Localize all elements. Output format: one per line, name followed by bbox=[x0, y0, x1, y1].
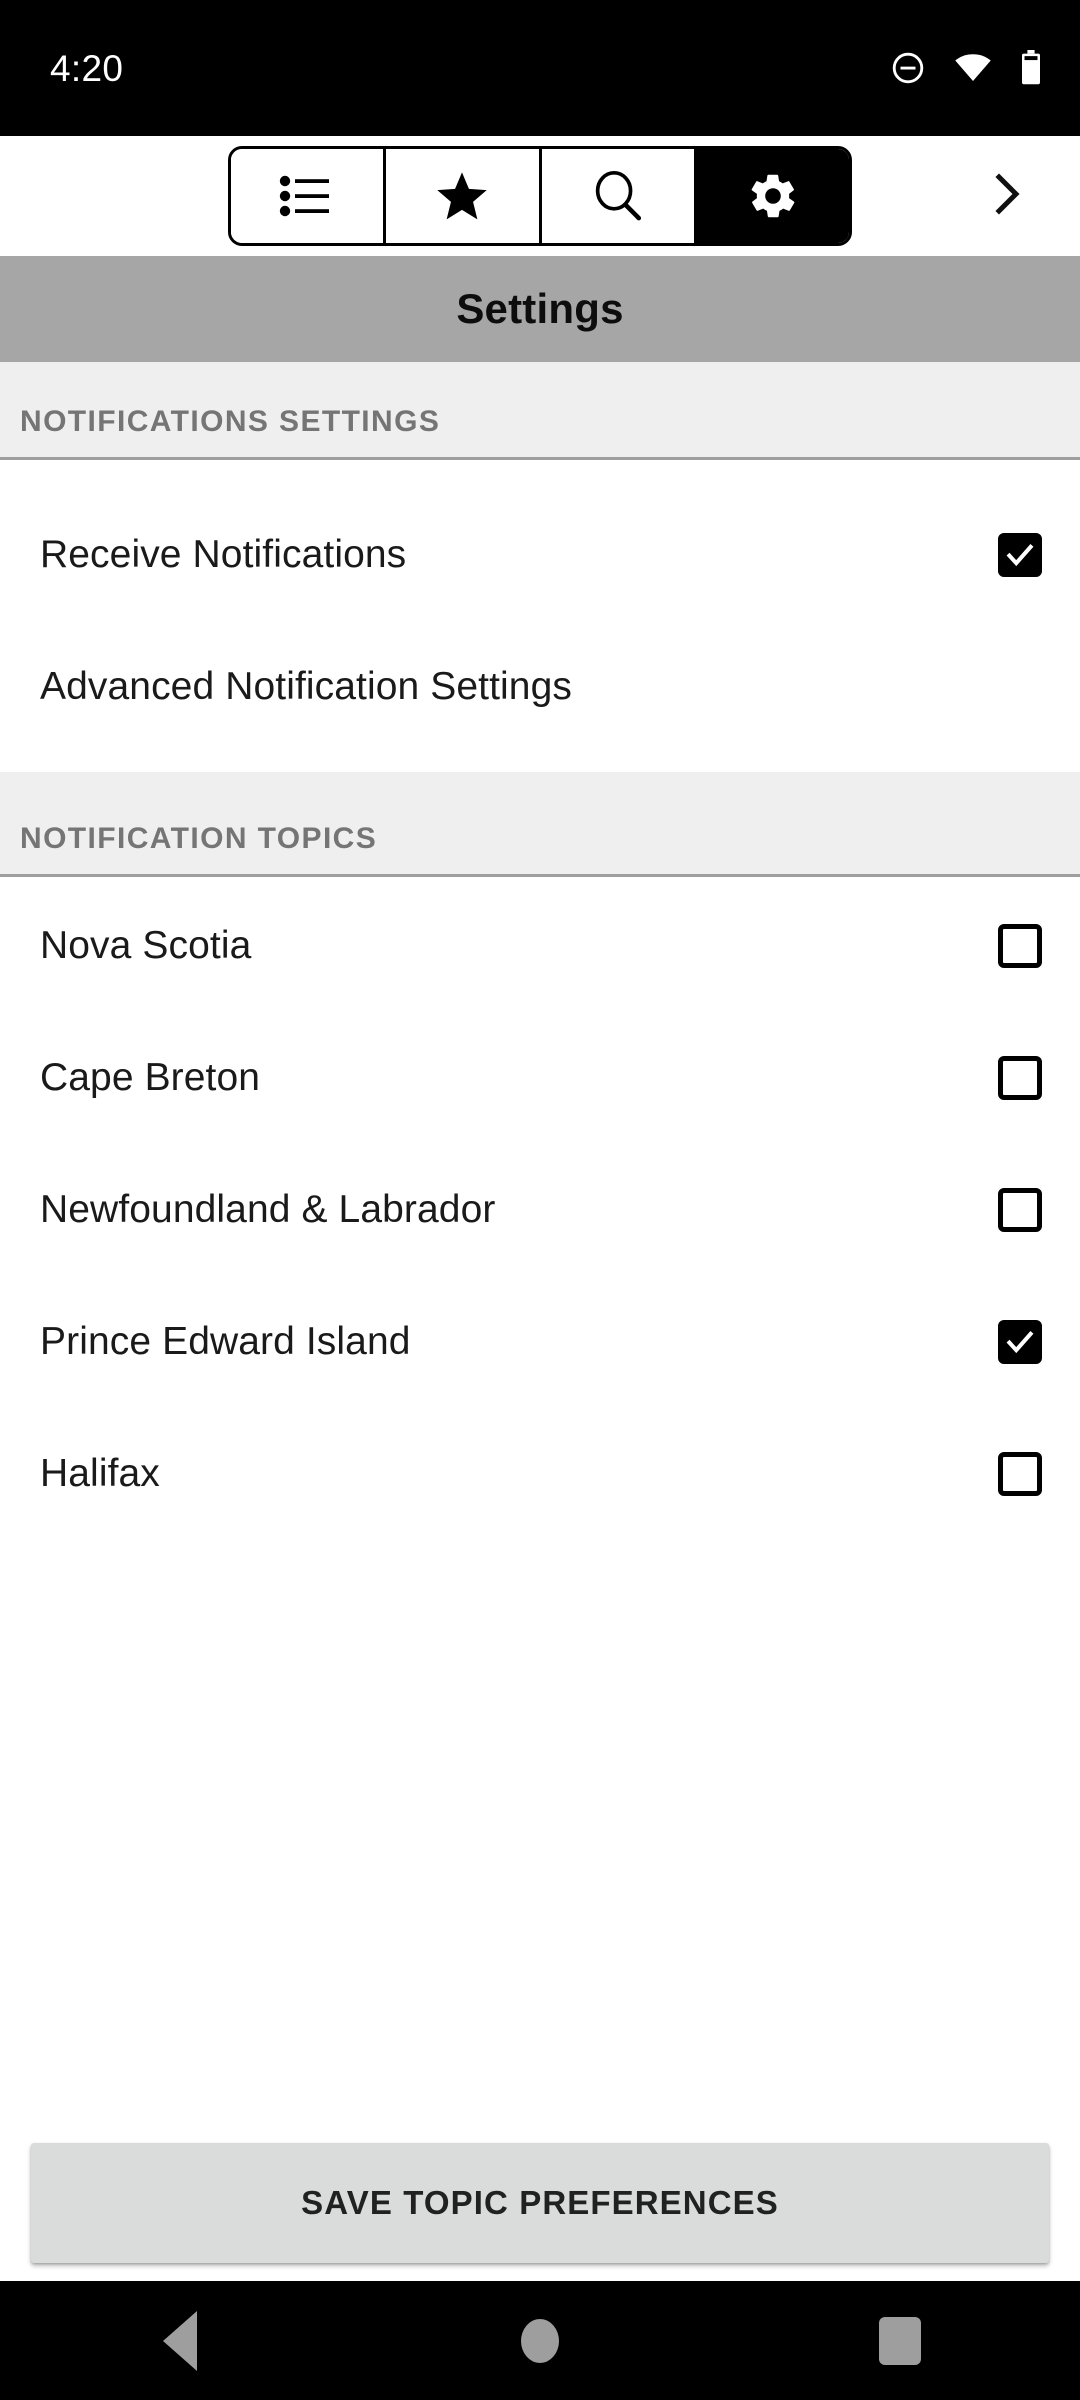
search-icon bbox=[592, 170, 644, 222]
segment-settings[interactable] bbox=[696, 149, 849, 243]
segment-search[interactable] bbox=[541, 149, 697, 243]
segment-favorites[interactable] bbox=[386, 149, 542, 243]
row-topic-prince-edward-island[interactable]: Prince Edward Island bbox=[0, 1276, 1080, 1408]
row-topic-newfoundland-labrador[interactable]: Newfoundland & Labrador bbox=[0, 1144, 1080, 1276]
row-topic-cape-breton[interactable]: Cape Breton bbox=[0, 1012, 1080, 1144]
list-icon bbox=[279, 174, 335, 218]
segment-list[interactable] bbox=[231, 149, 387, 243]
row-label: Prince Edward Island bbox=[40, 1320, 411, 1363]
status-bar: 4:20 bbox=[0, 0, 1080, 136]
section-header-label: NOTIFICATIONS SETTINGS bbox=[20, 405, 441, 438]
nav-home-button[interactable] bbox=[450, 2281, 630, 2400]
battery-icon bbox=[1020, 50, 1042, 86]
nav-recents-button[interactable] bbox=[810, 2281, 990, 2400]
checkbox-topic-newfoundland-labrador[interactable] bbox=[998, 1188, 1042, 1232]
checkbox-topic-cape-breton[interactable] bbox=[998, 1056, 1042, 1100]
page-title: Settings bbox=[456, 285, 624, 332]
wifi-icon bbox=[954, 53, 992, 83]
back-triangle-icon bbox=[163, 2310, 197, 2371]
section-header-notification-topics: NOTIFICATION TOPICS bbox=[0, 772, 1080, 877]
status-bar-icons bbox=[890, 50, 1042, 86]
android-nav-bar bbox=[0, 2281, 1080, 2400]
notifications-settings-rows: Receive Notifications Advanced Notificat… bbox=[0, 463, 1080, 772]
checkbox-topic-nova-scotia[interactable] bbox=[998, 924, 1042, 968]
section-header-notifications-settings: NOTIFICATIONS SETTINGS bbox=[0, 362, 1080, 460]
row-label: Advanced Notification Settings bbox=[40, 665, 572, 708]
phone-screen: 4:20 Settings NOTIFICATIONS SETTINGS Rec… bbox=[0, 0, 1080, 2400]
section-header-label: NOTIFICATION TOPICS bbox=[20, 822, 378, 855]
checkbox-topic-prince-edward-island[interactable] bbox=[998, 1320, 1042, 1364]
home-circle-icon bbox=[521, 2318, 559, 2363]
chevron-right-icon bbox=[982, 170, 1030, 223]
row-label: Cape Breton bbox=[40, 1056, 261, 1099]
row-label: Halifax bbox=[40, 1452, 160, 1495]
checkbox-receive-notifications[interactable] bbox=[998, 533, 1042, 577]
do-not-disturb-icon bbox=[890, 50, 926, 86]
notification-topics-rows: Nova Scotia Cape Breton Newfoundland & L… bbox=[0, 880, 1080, 1540]
page-title-bar: Settings bbox=[0, 256, 1080, 362]
recents-square-icon bbox=[879, 2316, 921, 2365]
row-advanced-notification-settings[interactable]: Advanced Notification Settings bbox=[0, 621, 1080, 753]
row-label: Receive Notifications bbox=[40, 533, 407, 576]
row-receive-notifications[interactable]: Receive Notifications bbox=[0, 489, 1080, 621]
save-topic-preferences-button[interactable]: SAVE TOPIC PREFERENCES bbox=[31, 2143, 1049, 2263]
row-label: Nova Scotia bbox=[40, 924, 252, 967]
row-topic-nova-scotia[interactable]: Nova Scotia bbox=[0, 880, 1080, 1012]
row-label: Newfoundland & Labrador bbox=[40, 1188, 496, 1231]
gear-icon bbox=[747, 170, 799, 222]
nav-back-button[interactable] bbox=[90, 2281, 270, 2400]
status-bar-clock: 4:20 bbox=[50, 47, 124, 89]
row-topic-halifax[interactable]: Halifax bbox=[0, 1408, 1080, 1540]
toolbar bbox=[0, 136, 1080, 256]
overflow-chevron-button[interactable] bbox=[956, 146, 1056, 246]
star-icon bbox=[436, 171, 488, 221]
segmented-control bbox=[228, 146, 852, 246]
save-button-container: SAVE TOPIC PREFERENCES bbox=[0, 2143, 1080, 2263]
checkbox-topic-halifax[interactable] bbox=[998, 1452, 1042, 1496]
